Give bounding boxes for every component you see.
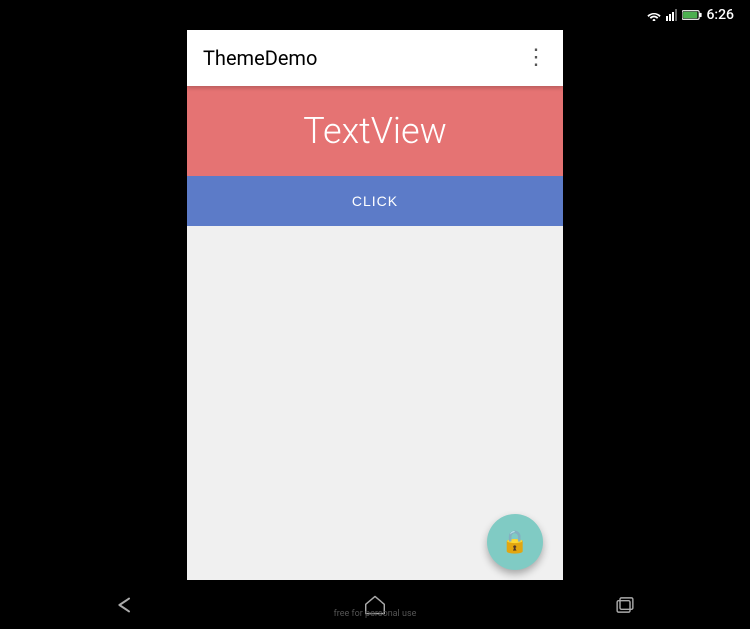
phone-screen: ThemeDemo ⋮ TextView CLICK 🔒: [187, 30, 563, 590]
main-content: 🔒: [187, 226, 563, 590]
status-time: 6:26: [706, 7, 734, 23]
click-button[interactable]: CLICK: [187, 176, 563, 226]
watermark-text: free for personal use: [334, 609, 417, 619]
click-button-label: CLICK: [352, 193, 398, 209]
app-bar: ThemeDemo ⋮: [187, 30, 563, 86]
wifi-icon: [646, 9, 662, 21]
nav-back-button[interactable]: [95, 585, 155, 625]
phone-container: 6:26 ThemeDemo ⋮ TextView CLICK 🔒: [0, 0, 750, 629]
nav-bar: [0, 580, 750, 629]
fab-icon: 🔒: [501, 530, 528, 555]
nav-recents-button[interactable]: [595, 585, 655, 625]
fab-button[interactable]: 🔒: [487, 514, 543, 570]
status-icons: 6:26: [646, 7, 734, 23]
back-icon: [113, 595, 137, 615]
textview-area: TextView: [187, 86, 563, 176]
textview-label: TextView: [303, 110, 447, 152]
battery-icon: [682, 9, 702, 21]
app-title: ThemeDemo: [203, 46, 317, 70]
menu-dots-icon[interactable]: ⋮: [525, 47, 547, 69]
signal-icon: [666, 9, 678, 21]
status-bar: 6:26: [0, 0, 750, 30]
recents-icon: [614, 595, 636, 615]
